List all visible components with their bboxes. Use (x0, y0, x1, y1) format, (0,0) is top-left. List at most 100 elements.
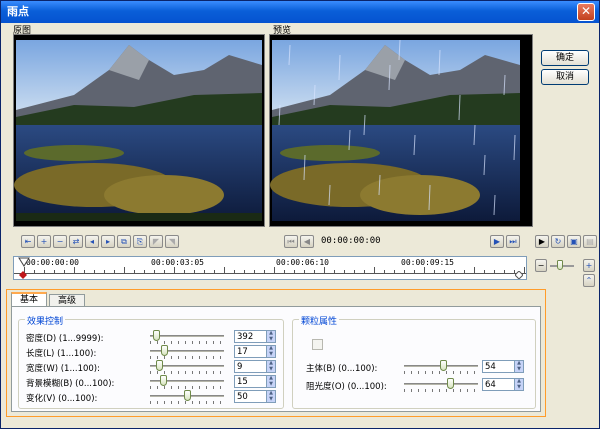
timeline-tick (424, 267, 425, 273)
ok-button[interactable]: 确定 (541, 50, 589, 66)
timeline-tick (154, 270, 155, 273)
effect_control-value[interactable]: 9 (237, 361, 242, 373)
zoom-slider-thumb[interactable] (557, 260, 563, 270)
effect_control-value[interactable]: 17 (237, 346, 248, 358)
cancel-button[interactable]: 取消 (541, 69, 589, 85)
particle-value-spinner[interactable]: 54 ▲ ▼ (482, 360, 524, 373)
effect_control-value[interactable]: 392 (237, 331, 253, 343)
effect_control-value-spinner[interactable]: 9 ▲ ▼ (234, 360, 276, 373)
zoom-in-icon[interactable]: + (583, 259, 595, 272)
effect_control-value-spinner[interactable]: 15 ▲ ▼ (234, 375, 276, 388)
spin-arrows-icon[interactable]: ▲ ▼ (266, 390, 275, 402)
start-keyframe-icon[interactable] (19, 271, 27, 279)
jump-end-icon[interactable]: ⏭ (506, 235, 520, 248)
zoom-out-icon[interactable]: − (535, 259, 547, 272)
close-button[interactable]: ✕ (577, 3, 595, 21)
preview-device-icon[interactable]: ▣ (567, 235, 581, 248)
go-start-icon[interactable]: ⇤ (21, 235, 35, 248)
spin-arrows-icon[interactable]: ▲ ▼ (514, 360, 523, 372)
keyframe-timeline[interactable]: 00:00:00:00 00:00:03:05 00:00:06:10 00:0… (13, 256, 527, 280)
timeline-tick (134, 270, 135, 273)
effect_control-value[interactable]: 15 (237, 376, 248, 388)
tab-content: 效果控制 颗粒属性 密度(D) (1...9999): 392 ▲ ▼ 长度(L) (1… (11, 306, 541, 412)
timeline-tick (184, 270, 185, 273)
particle-param-label: 主体(B) (0...100): (306, 364, 378, 374)
end-keyframe-icon[interactable] (514, 270, 524, 280)
close-icon: ✕ (580, 4, 592, 18)
timeline-tick (144, 270, 145, 273)
effect_control-slider-thumb[interactable] (156, 360, 164, 371)
timeline-tick (314, 270, 315, 273)
effect_control-value-spinner[interactable]: 17 ▲ ▼ (234, 345, 276, 358)
paste-keyframe-icon[interactable]: ⎘ (133, 235, 147, 248)
timeline-tick (444, 270, 445, 273)
particle-slider-thumb[interactable] (440, 360, 448, 371)
timeline-label-3: 00:00:09:15 (401, 258, 454, 267)
effect_control-slider-thumb[interactable] (161, 345, 169, 356)
timeline-tick (94, 270, 95, 273)
add-keyframe-icon[interactable]: + (37, 235, 51, 248)
tab-basic[interactable]: 基本 (11, 292, 47, 307)
timeline-tick (224, 267, 225, 273)
timeline-tick (294, 270, 295, 273)
particle-value[interactable]: 64 (485, 379, 496, 391)
enable-device-icon: ▤ (583, 235, 597, 248)
effect_control-slider-thumb[interactable] (160, 375, 168, 386)
particle-slider-ticks (404, 389, 478, 392)
step-back-icon[interactable]: ◀ (300, 235, 314, 248)
copy-keyframe-icon[interactable]: ⧉ (117, 235, 131, 248)
timeline-tick (174, 267, 175, 273)
fade-in-icon: ◤ (149, 235, 163, 248)
timeline-tick (474, 267, 475, 273)
timeline-tick (124, 267, 125, 273)
timeline-tick (34, 270, 35, 273)
spin-arrows-icon[interactable]: ▲ ▼ (266, 360, 275, 372)
timeline-tick (194, 270, 195, 273)
prev-keyframe-icon[interactable]: ◂ (85, 235, 99, 248)
play-icon[interactable]: ▶ (535, 235, 549, 248)
particle-value[interactable]: 54 (485, 361, 496, 373)
spin-arrows-icon[interactable]: ▲ ▼ (266, 375, 275, 387)
reverse-keyframes-icon[interactable]: ⇄ (69, 235, 83, 248)
title-bar: 雨点 ✕ (1, 1, 599, 23)
timeline-tick (494, 270, 495, 273)
playhead-icon[interactable] (18, 257, 30, 269)
effect_control-value-spinner[interactable]: 392 ▲ ▼ (234, 330, 276, 343)
fade-out-icon: ◥ (165, 235, 179, 248)
collapse-up-icon[interactable]: ⌃ (583, 274, 595, 287)
preview-image-pane (269, 34, 533, 227)
effect_control-slider-thumb[interactable] (152, 330, 160, 341)
spin-arrows-icon[interactable]: ▲ ▼ (266, 345, 275, 357)
timeline-tick (484, 270, 485, 273)
effect_control-param-label: 背景模糊(B) (0...100): (26, 379, 115, 389)
timeline-tick (354, 270, 355, 273)
spin-arrows-icon[interactable]: ▲ ▼ (514, 378, 523, 390)
effect_control-param-label: 宽度(W) (1...100): (26, 364, 100, 374)
spin-arrows-icon[interactable]: ▲ ▼ (266, 330, 275, 342)
jump-start-icon[interactable]: ⏮ (284, 235, 298, 248)
effect_control-value-spinner[interactable]: 50 ▲ ▼ (234, 390, 276, 403)
loop-icon[interactable]: ↻ (551, 235, 565, 248)
effect_control-value[interactable]: 50 (237, 391, 248, 403)
timeline-tick (454, 270, 455, 273)
timeline-tick (164, 270, 165, 273)
timeline-tick (394, 270, 395, 273)
effect_control-slider-thumb[interactable] (183, 390, 191, 401)
particle-slider-ticks (404, 371, 478, 374)
effect_control-slider-ticks (150, 386, 224, 389)
particle-slider-thumb[interactable] (446, 378, 454, 389)
original-image-pane (13, 34, 265, 227)
timeline-axis (14, 273, 526, 274)
timeline-tick (524, 267, 525, 273)
timeline-tick (244, 270, 245, 273)
timeline-tick (374, 267, 375, 273)
particle-slider[interactable] (404, 383, 478, 385)
timeline-tick (334, 270, 335, 273)
effect_control-slider[interactable] (150, 335, 224, 337)
step-forward-icon[interactable]: ▶ (490, 235, 504, 248)
particle-checkbox[interactable] (312, 339, 323, 350)
next-keyframe-icon[interactable]: ▸ (101, 235, 115, 248)
timeline-label-0: 00:00:00:00 (26, 258, 79, 267)
remove-keyframe-icon[interactable]: − (53, 235, 67, 248)
particle-value-spinner[interactable]: 64 ▲ ▼ (482, 378, 524, 391)
